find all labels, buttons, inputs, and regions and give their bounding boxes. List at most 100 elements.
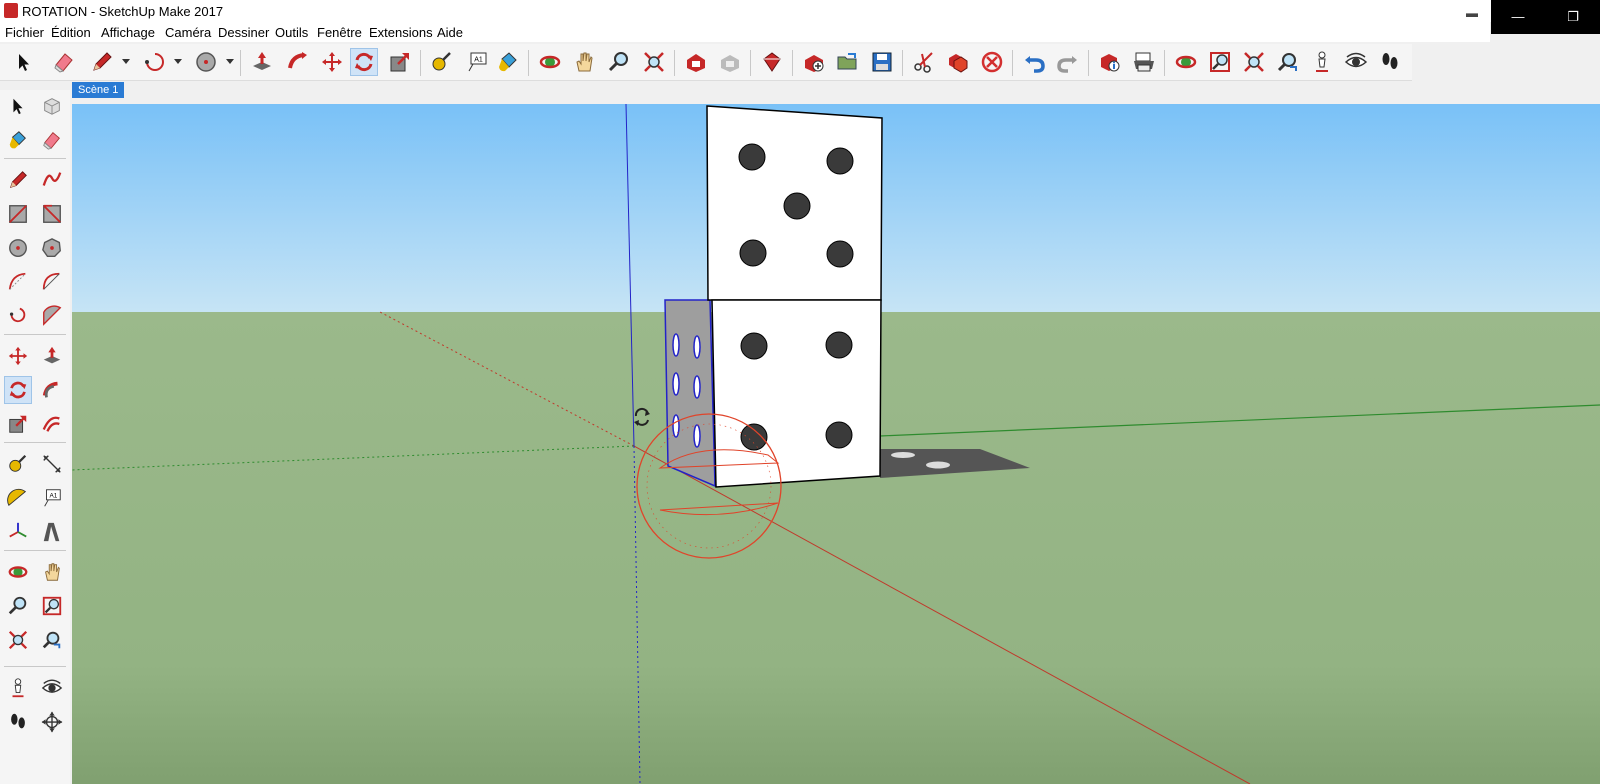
text-icon[interactable]: A1 [463,48,491,76]
paint-bucket-icon[interactable] [494,48,522,76]
menu-outils[interactable]: Outils [275,25,308,40]
orbit-icon-2[interactable] [1172,48,1200,76]
pan-icon[interactable] [570,48,598,76]
model-info-icon[interactable] [1096,48,1124,76]
arc-icon[interactable] [140,48,168,76]
save-icon[interactable] [868,48,896,76]
tape-measure-icon[interactable] [4,450,32,478]
text-icon[interactable]: A1 [38,484,66,512]
walk-icon[interactable] [4,708,32,736]
look-around-icon[interactable] [38,674,66,702]
menu-aide[interactable]: Aide [437,25,463,40]
side-pip [693,335,701,359]
position-camera-icon[interactable] [1308,48,1336,76]
offset-icon[interactable] [38,410,66,438]
rotated-rectangle-icon[interactable] [38,200,66,228]
orbit-icon[interactable] [4,558,32,586]
redo-icon[interactable] [1054,48,1082,76]
protractor-icon[interactable] [4,484,32,512]
lower-die-face[interactable] [711,299,882,488]
scale-icon[interactable] [386,48,414,76]
previous-view-icon[interactable] [1274,48,1302,76]
restore-button[interactable]: ❐ [1546,0,1600,34]
side-pip [672,333,680,357]
arc-icon[interactable] [4,268,32,296]
zoom-extents-icon[interactable] [640,48,668,76]
pip [825,421,853,449]
move-icon[interactable] [318,48,346,76]
warehouse-icon[interactable] [682,48,710,76]
two-point-arc-icon[interactable] [38,268,66,296]
new-icon[interactable] [800,48,828,76]
open-icon[interactable] [834,48,862,76]
position-camera-icon[interactable] [4,674,32,702]
eraser-icon[interactable] [50,48,78,76]
menu-dessiner[interactable]: Dessiner [218,25,269,40]
axes-icon[interactable] [4,518,32,546]
orbit-icon[interactable] [536,48,564,76]
side-pip [672,414,680,438]
freehand-icon[interactable] [38,166,66,194]
select-icon[interactable] [10,48,38,76]
zoom-extents-icon-2[interactable] [1240,48,1268,76]
pip [739,239,767,267]
previous-view-icon[interactable] [38,626,66,654]
menu-camera[interactable]: Caméra [165,25,211,40]
push-pull-icon[interactable] [38,342,66,370]
follow-me-icon[interactable] [284,48,312,76]
side-pip [672,372,680,396]
menu-edition[interactable]: Édition [51,25,91,40]
menu-fenetre[interactable]: Fenêtre [317,25,362,40]
menu-extensions[interactable]: Extensions [369,25,433,40]
die-side-face-selected[interactable] [664,299,716,488]
circle-icon[interactable] [4,234,32,262]
zoom-window-icon[interactable] [38,592,66,620]
3d-text-icon[interactable] [38,518,66,546]
rotate-icon[interactable] [350,48,378,76]
three-point-arc-icon[interactable] [4,302,32,330]
copy-icon[interactable] [944,48,972,76]
cut-icon[interactable] [910,48,938,76]
make-component-icon[interactable] [38,92,66,120]
minimize-button[interactable]: — [1491,0,1545,34]
polygon-icon[interactable] [38,234,66,262]
look-around-icon[interactable] [1342,48,1370,76]
line-icon[interactable] [4,166,32,194]
text-tool-label: A1 [474,57,483,64]
section-plane-icon[interactable] [38,708,66,736]
push-pull-icon[interactable] [248,48,276,76]
dimension-icon[interactable] [38,450,66,478]
eraser-icon[interactable] [38,126,66,154]
zoom-window-icon[interactable] [1206,48,1234,76]
undo-icon[interactable] [1020,48,1048,76]
pan-icon[interactable] [38,558,66,586]
menu-affichage[interactable]: Affichage [101,25,155,40]
rotate-icon[interactable] [4,376,32,404]
left-toolbar: A1 [0,90,70,784]
circle-icon[interactable] [192,48,220,76]
zoom-extents-icon[interactable] [4,626,32,654]
walk-icon[interactable] [1376,48,1404,76]
scene-tab-1[interactable]: Scène 1 [72,82,125,98]
modeling-viewport[interactable] [72,104,1600,784]
pip [740,332,768,360]
menu-fichier[interactable]: Fichier [5,25,44,40]
rectangle-icon[interactable] [4,200,32,228]
follow-me-icon[interactable] [38,376,66,404]
zoom-icon[interactable] [605,48,633,76]
select-icon[interactable] [4,92,32,120]
pip [783,192,811,220]
extension-warehouse-icon[interactable] [758,48,786,76]
print-icon[interactable] [1130,48,1158,76]
window-restore-small-icon[interactable]: ▬ [1466,6,1478,20]
viewport-canvas[interactable] [72,104,1600,784]
zoom-icon[interactable] [4,592,32,620]
tape-measure-icon[interactable] [428,48,456,76]
pie-icon[interactable] [38,302,66,330]
share-model-icon[interactable] [716,48,744,76]
scale-icon[interactable] [4,410,32,438]
move-icon[interactable] [4,342,32,370]
paint-bucket-icon[interactable] [4,126,32,154]
pencil-icon[interactable] [88,48,116,76]
delete-icon[interactable] [978,48,1006,76]
